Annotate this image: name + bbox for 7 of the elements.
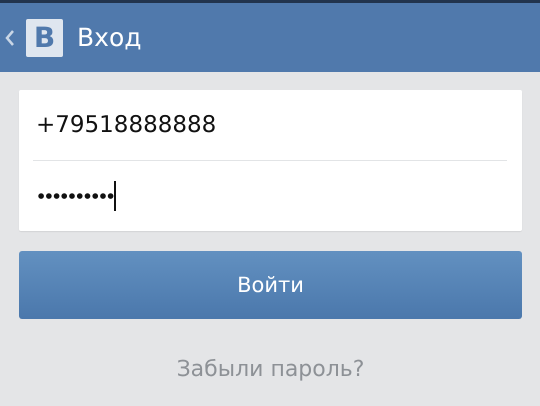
login-button[interactable]: Войти	[19, 251, 522, 319]
phone-field[interactable]: +79518888888	[33, 90, 507, 161]
text-cursor	[114, 181, 116, 211]
screen-title: Вход	[77, 23, 142, 52]
back-icon[interactable]	[5, 30, 15, 46]
logo: В	[26, 18, 63, 56]
password-field[interactable]: ••••••••••	[33, 161, 507, 231]
